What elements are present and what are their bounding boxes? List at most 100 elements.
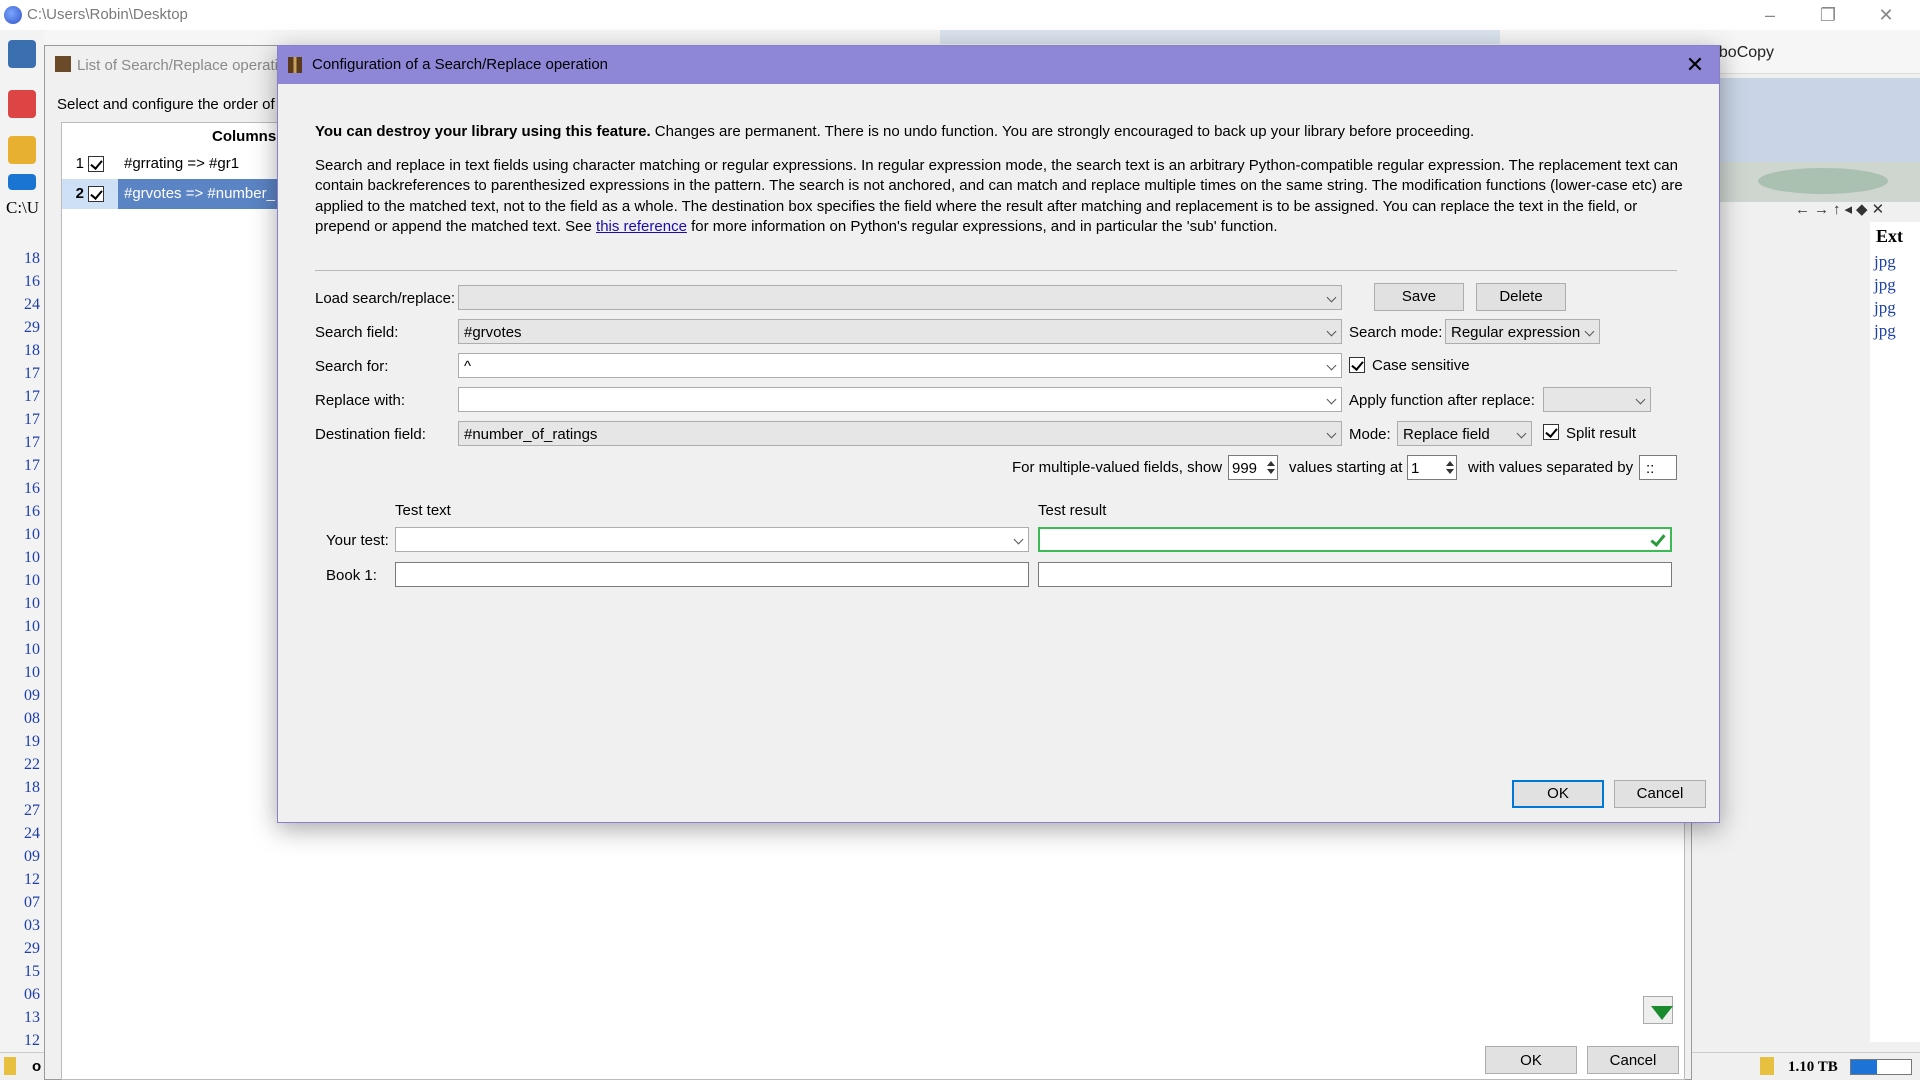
row-text: #grvotes => #number_: [124, 185, 275, 202]
multi-show-spinner[interactable]: 999: [1228, 455, 1278, 480]
apply-function-label: Apply function after replace:: [1349, 392, 1535, 409]
down-arrow-icon: [1651, 1006, 1673, 1020]
row-number-cell: 10: [24, 526, 40, 543]
nav-arrows-icon[interactable]: ←→↑◂◆✕: [1795, 200, 1888, 218]
starting-at-value: 1: [1411, 460, 1420, 477]
separator-input[interactable]: ::: [1639, 455, 1677, 480]
list-intro: Select and configure the order of: [57, 96, 275, 113]
operation-row-selected[interactable]: 2 #grvotes => #number_: [62, 179, 302, 209]
mode-label: Mode:: [1349, 426, 1391, 443]
close-icon[interactable]: ✕: [1681, 51, 1709, 79]
row-number-cell: 27: [24, 802, 40, 819]
mode-combo[interactable]: Replace field: [1397, 421, 1532, 446]
row-number-cell: 10: [24, 664, 40, 681]
description-text: Search and replace in text fields using …: [315, 156, 1695, 237]
columns-header-label: Columns: [212, 128, 277, 145]
save-button[interactable]: Save: [1374, 283, 1464, 311]
row-number-cell: 22: [24, 756, 40, 773]
cover-panel: [1718, 78, 1920, 162]
load-label: Load search/replace:: [315, 290, 456, 307]
minimize-button[interactable]: –: [1750, 4, 1790, 26]
row-number-cell: 24: [24, 296, 40, 313]
close-window-button[interactable]: ✕: [1866, 4, 1906, 26]
operation-row[interactable]: 1 #grrating => #gr1: [62, 149, 302, 179]
row-number-cell: 12: [24, 1032, 40, 1049]
restore-button[interactable]: ❐: [1808, 4, 1848, 26]
spin-down-icon[interactable]: [1267, 469, 1275, 474]
star-icon[interactable]: [8, 136, 36, 164]
chevron-down-icon: [1326, 394, 1337, 405]
row-number-cell: 12: [24, 871, 40, 888]
spin-up-icon[interactable]: [1267, 461, 1275, 466]
separator: [315, 270, 1677, 271]
row-number-cell: 10: [24, 595, 40, 612]
search-field-value: #grvotes: [464, 324, 522, 341]
separator-value: ::: [1646, 460, 1655, 477]
row-number: 2: [75, 185, 84, 202]
ext-cell: jpg: [1874, 321, 1896, 340]
your-test-input[interactable]: [395, 527, 1029, 552]
calibre-app-icon: [4, 6, 22, 24]
book1-label: Book 1:: [326, 567, 377, 584]
row-number-cell: 07: [24, 894, 40, 911]
row-number-cell: 17: [24, 388, 40, 405]
row-number-cell: 09: [24, 687, 40, 704]
book1-text[interactable]: [395, 562, 1029, 587]
search-for-value: ^: [464, 358, 472, 375]
chevron-down-icon: [1326, 360, 1337, 371]
destination-field-combo[interactable]: #number_of_ratings: [458, 421, 1342, 446]
row-checkbox[interactable]: [88, 156, 104, 172]
spin-up-icon[interactable]: [1446, 461, 1454, 466]
destination-value: #number_of_ratings: [464, 426, 598, 443]
search-field-combo[interactable]: #grvotes: [458, 319, 1342, 344]
row-checkbox[interactable]: [88, 186, 104, 202]
reference-link[interactable]: this reference: [596, 218, 687, 235]
split-result-checkbox[interactable]: [1543, 424, 1559, 440]
list-dialog-title-text: List of Search/Replace operati: [77, 57, 278, 74]
config-titlebar: Configuration of a Search/Replace operat…: [278, 46, 1719, 84]
row-number-cell: 16: [24, 273, 40, 290]
starting-at-label: values starting at: [1289, 459, 1403, 476]
chevron-down-icon: [1326, 292, 1337, 303]
chevron-down-icon: [1013, 534, 1024, 545]
spin-down-icon[interactable]: [1446, 469, 1454, 474]
warning-rest: Changes are permanent. There is no undo …: [650, 123, 1475, 140]
list-ok-button[interactable]: OK: [1485, 1046, 1577, 1074]
ok-button[interactable]: OK: [1512, 780, 1604, 808]
config-dialog: Configuration of a Search/Replace operat…: [277, 45, 1720, 823]
disk-size: 1.10 TB: [1788, 1059, 1838, 1075]
cancel-button[interactable]: Cancel: [1614, 780, 1706, 808]
row-number-cell: 29: [24, 940, 40, 957]
replace-with-input[interactable]: [458, 387, 1342, 412]
row-number-cell: 10: [24, 549, 40, 566]
library-icon[interactable]: [8, 40, 36, 68]
status-folder-icon: [4, 1057, 16, 1075]
folder-icon[interactable]: [8, 174, 36, 190]
destination-label: Destination field:: [315, 426, 426, 443]
window-title: C:\Users\Robin\Desktop: [27, 6, 188, 23]
delete-button[interactable]: Delete: [1476, 283, 1566, 311]
row-number-cell: 24: [24, 825, 40, 842]
case-sensitive-label: Case sensitive: [1372, 357, 1470, 374]
starting-at-spinner[interactable]: 1: [1407, 455, 1457, 480]
ext-cell: jpg: [1874, 298, 1896, 317]
search-mode-combo[interactable]: Regular expression: [1445, 319, 1600, 344]
main-titlebar: C:\Users\Robin\Desktop – ❐ ✕: [0, 0, 1920, 30]
row-number-cell: 18: [24, 250, 40, 267]
your-test-label: Your test:: [326, 532, 389, 549]
row-number-cell: 16: [24, 503, 40, 520]
list-cancel-button[interactable]: Cancel: [1587, 1046, 1679, 1074]
lock-icon: [1760, 1057, 1774, 1075]
row-number-cell: 10: [24, 618, 40, 635]
load-search-replace-combo[interactable]: [458, 285, 1342, 310]
chevron-down-icon: [1635, 394, 1646, 405]
case-sensitive-checkbox[interactable]: [1349, 357, 1365, 373]
row-number-cell: 15: [24, 963, 40, 980]
apply-function-combo[interactable]: [1543, 387, 1651, 412]
row-number-cell: 13: [24, 1009, 40, 1026]
remove-icon[interactable]: [8, 90, 36, 118]
search-for-input[interactable]: ^: [458, 353, 1342, 378]
ext-header: Ext: [1876, 226, 1903, 246]
row-number-cell: 06: [24, 986, 40, 1003]
multi-show-label: For multiple-valued fields, show: [1012, 459, 1223, 476]
